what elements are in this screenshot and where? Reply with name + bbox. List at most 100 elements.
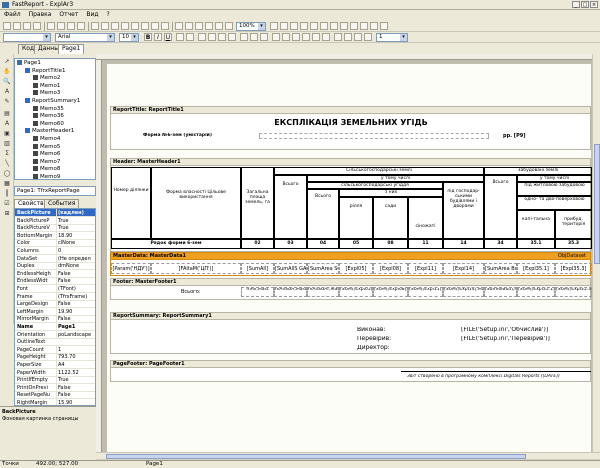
master-data-cell[interactable]: [SumArea Bud] (484, 263, 517, 274)
maximize-button[interactable]: □ (581, 1, 589, 8)
tree-item[interactable]: ReportSummary1 (25, 98, 80, 105)
master-data-cell[interactable]: [Expl35.1] (517, 263, 555, 274)
chart-icon[interactable]: ▦ (3, 180, 11, 187)
header-vsogo-cell[interactable]: Всього (274, 175, 307, 239)
close-button[interactable]: × (590, 1, 598, 8)
align-right-icon[interactable] (290, 22, 298, 30)
row-code-cell[interactable]: 05 (339, 239, 373, 249)
tree-item[interactable]: Memo60 (33, 120, 64, 128)
frame-all-icon[interactable] (312, 33, 320, 41)
delete-page-icon[interactable] (57, 22, 65, 30)
tree-item[interactable]: Memo35 (33, 105, 64, 113)
space-vertically-icon[interactable] (340, 22, 348, 30)
text-align-left-icon[interactable] (198, 33, 206, 41)
tree-item[interactable]: Memo36 (33, 113, 64, 120)
year-text[interactable]: рр. [P9] (503, 133, 543, 139)
header-nom-cell[interactable]: Номер ділянки (111, 167, 151, 239)
header-total-cell[interactable]: Загальна площа земель, га (241, 167, 274, 239)
header-zabud-cell[interactable]: Забудовані землі (484, 167, 592, 175)
footer-cell[interactable]: [SUM([Expl35.1],Mas (517, 287, 555, 297)
summary-vykonav-value[interactable]: [FILE('Setup.ini','Обчислив')] (461, 327, 548, 333)
text-object-icon[interactable]: A (3, 120, 11, 127)
tree-item[interactable]: Memo5 (33, 143, 60, 151)
master-data-cell[interactable]: [SumAll] (241, 263, 274, 274)
summary-pereviryv-value[interactable]: [FILE('Setup.ini','Перевірив')] (461, 336, 550, 342)
menu-edit[interactable]: Правка (25, 10, 56, 19)
tree-item[interactable]: Memo8 (33, 166, 60, 173)
header-odno-cell[interactable]: одно- та дво-поверховою (517, 196, 592, 210)
text-bottom-icon[interactable] (260, 33, 268, 41)
master-data-cell[interactable]: [Expl05] (339, 263, 373, 274)
ungroup-icon[interactable] (161, 22, 169, 30)
property-row[interactable]: RightMargin 15.90 (15, 399, 95, 405)
header-utomu2-cell[interactable]: у тому числі (517, 175, 592, 182)
header-pidzhyt-cell[interactable]: під житловою забудовою (517, 182, 592, 196)
line-width-select[interactable]: 1 ▾ (376, 33, 408, 42)
menu-report[interactable]: Отчет (55, 10, 82, 19)
bold-button[interactable]: B (144, 33, 152, 41)
fill-color-icon[interactable] (344, 33, 352, 41)
frame-bottom-icon[interactable] (282, 33, 290, 41)
footer-cell[interactable]: mAllSGAr,MasterData (307, 287, 339, 297)
group-icon[interactable] (151, 22, 159, 30)
tree-item[interactable]: Memo9 (33, 174, 60, 179)
header-vsogo3-cell[interactable]: Всього (484, 175, 517, 239)
master-data-cell[interactable]: [Expl35.3] (555, 263, 592, 274)
page-footer-band[interactable]: PageFooter: PageFooter1 Звіт створено в … (110, 360, 591, 382)
master-data-cell[interactable]: [Expl08] (373, 263, 408, 274)
header-znyh-cell[interactable]: з них (339, 189, 443, 197)
new-icon[interactable] (3, 22, 11, 30)
master-data-cell[interactable]: [Param('НДУ')] (111, 263, 151, 274)
tree-item[interactable]: Memo3 (33, 90, 60, 97)
footer-cell[interactable]: [SumAllBud],MasterData (484, 287, 517, 297)
copy-icon[interactable] (101, 22, 109, 30)
row-code-cell[interactable]: 35.3 (555, 239, 592, 249)
report-title-band[interactable]: ReportTitle: ReportTitle1 ЕКСПЛІКАЦІЯ ЗЕ… (110, 106, 591, 150)
center-vertically-icon[interactable] (360, 22, 368, 30)
fit-grid-icon[interactable] (195, 22, 203, 30)
footer-cell[interactable]: [SUM([Expl08],Mas (373, 287, 408, 297)
same-width-icon[interactable] (370, 22, 378, 30)
shadow-icon[interactable] (334, 33, 342, 41)
minimize-button[interactable]: _ (572, 1, 580, 8)
report-summary-band[interactable]: ReportSummary: ReportSummary1 Виконав: П… (110, 312, 591, 354)
master-data-cell[interactable]: [SumArea SG] (307, 263, 339, 274)
vertical-scrollbar[interactable] (592, 54, 600, 452)
master-data-band[interactable]: MasterData: MasterData1 ObjDataset [Para… (110, 252, 592, 276)
header-pidgosp-cell[interactable]: під господар-ськими будівлями і дворами (443, 182, 484, 239)
text-align-right-icon[interactable] (218, 33, 226, 41)
underline-button[interactable]: U (164, 33, 172, 41)
row-code-cell[interactable]: 02 (241, 239, 274, 249)
tree-item[interactable]: Memo4 (33, 136, 60, 143)
text-top-icon[interactable] (240, 33, 248, 41)
cross-tab-icon[interactable]: ⊞ (3, 210, 11, 217)
same-height-icon[interactable] (380, 22, 388, 30)
tree-item[interactable]: Memo2 (33, 75, 60, 82)
master-data-cell[interactable]: [SumAllS GArea] (274, 263, 307, 274)
summary-vykonav-label[interactable]: Виконав: (357, 327, 385, 333)
guides-icon[interactable] (205, 22, 213, 30)
master-data-cell[interactable]: [FAltaM('ЦП')] (151, 263, 241, 274)
header-utomu-cell[interactable]: у тому числі (307, 175, 484, 182)
text-middle-icon[interactable] (250, 33, 258, 41)
row-code-cell[interactable]: 34 (484, 239, 517, 249)
header-silgosp-cell[interactable]: сільськогосподарські угіддя (307, 182, 443, 189)
row-code-cell[interactable]: 03 (274, 239, 307, 249)
header-sady-cell[interactable]: сади (373, 197, 408, 239)
header-sinozhati-cell[interactable]: сіножаті (408, 197, 443, 239)
page-footer-text[interactable]: Звіт створено в програмному комплексі Di… (407, 374, 560, 380)
redo-icon[interactable] (141, 22, 149, 30)
property-value[interactable]: 15.90 (56, 399, 95, 405)
header-form-cell[interactable]: Форма власності Цільове використання (151, 167, 241, 239)
summary-dyrektor-label[interactable]: Директор: (357, 345, 390, 351)
row-code-label-cell[interactable]: Рядок форми 6-зем (111, 239, 241, 249)
master-data-cell[interactable]: [Expl14] (443, 263, 484, 274)
align-center-icon[interactable] (280, 22, 288, 30)
style-select[interactable]: ▾ (3, 33, 51, 42)
frame-color-icon[interactable] (354, 33, 362, 41)
footer-cell[interactable]: [SUM([Expl05],Mas (339, 287, 373, 297)
report-page[interactable]: ReportTitle: ReportTitle1 ЕКСПЛІКАЦІЯ ЗЕ… (107, 64, 592, 452)
object-select[interactable]: Page1: TfrxReportPage (14, 186, 96, 196)
shape-icon[interactable]: ◯ (3, 170, 11, 177)
tree-item[interactable]: Memo1 (33, 82, 60, 90)
